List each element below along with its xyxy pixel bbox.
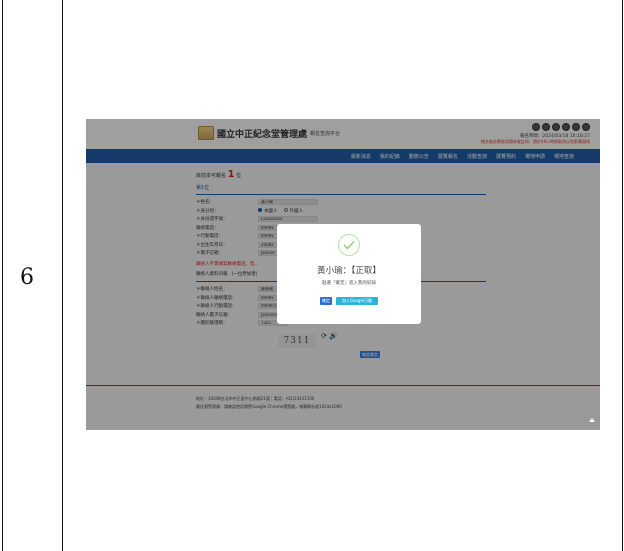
table-border-left — [2, 0, 3, 551]
result-dialog: 黃小瑜：【正取】 點選「確定」進入我的紀錄 確定 加入Google日曆 — [277, 224, 421, 324]
confirm-button[interactable]: 確定 — [320, 297, 332, 305]
add-google-calendar-button[interactable]: 加入Google日曆 — [336, 297, 378, 305]
table-border-right — [622, 0, 623, 551]
back-to-top-icon[interactable] — [589, 418, 595, 422]
table-border-divider — [62, 0, 63, 551]
dialog-title: 黃小瑜：【正取】 — [317, 266, 381, 276]
document-page: 6 國立中正紀念堂管理處 報名查詢平台 報名時間：2024/03/18 16:1… — [0, 0, 624, 551]
modal-overlay[interactable]: 黃小瑜：【正取】 點選「確定」進入我的紀錄 確定 加入Google日曆 — [86, 119, 600, 430]
success-icon — [338, 234, 360, 256]
screenshot: 國立中正紀念堂管理處 報名查詢平台 報名時間：2024/03/18 16:16:… — [86, 119, 600, 430]
dialog-buttons: 確定 加入Google日曆 — [277, 297, 421, 305]
step-number: 6 — [20, 265, 34, 290]
dialog-message: 點選「確定」進入我的紀錄 — [322, 281, 376, 286]
